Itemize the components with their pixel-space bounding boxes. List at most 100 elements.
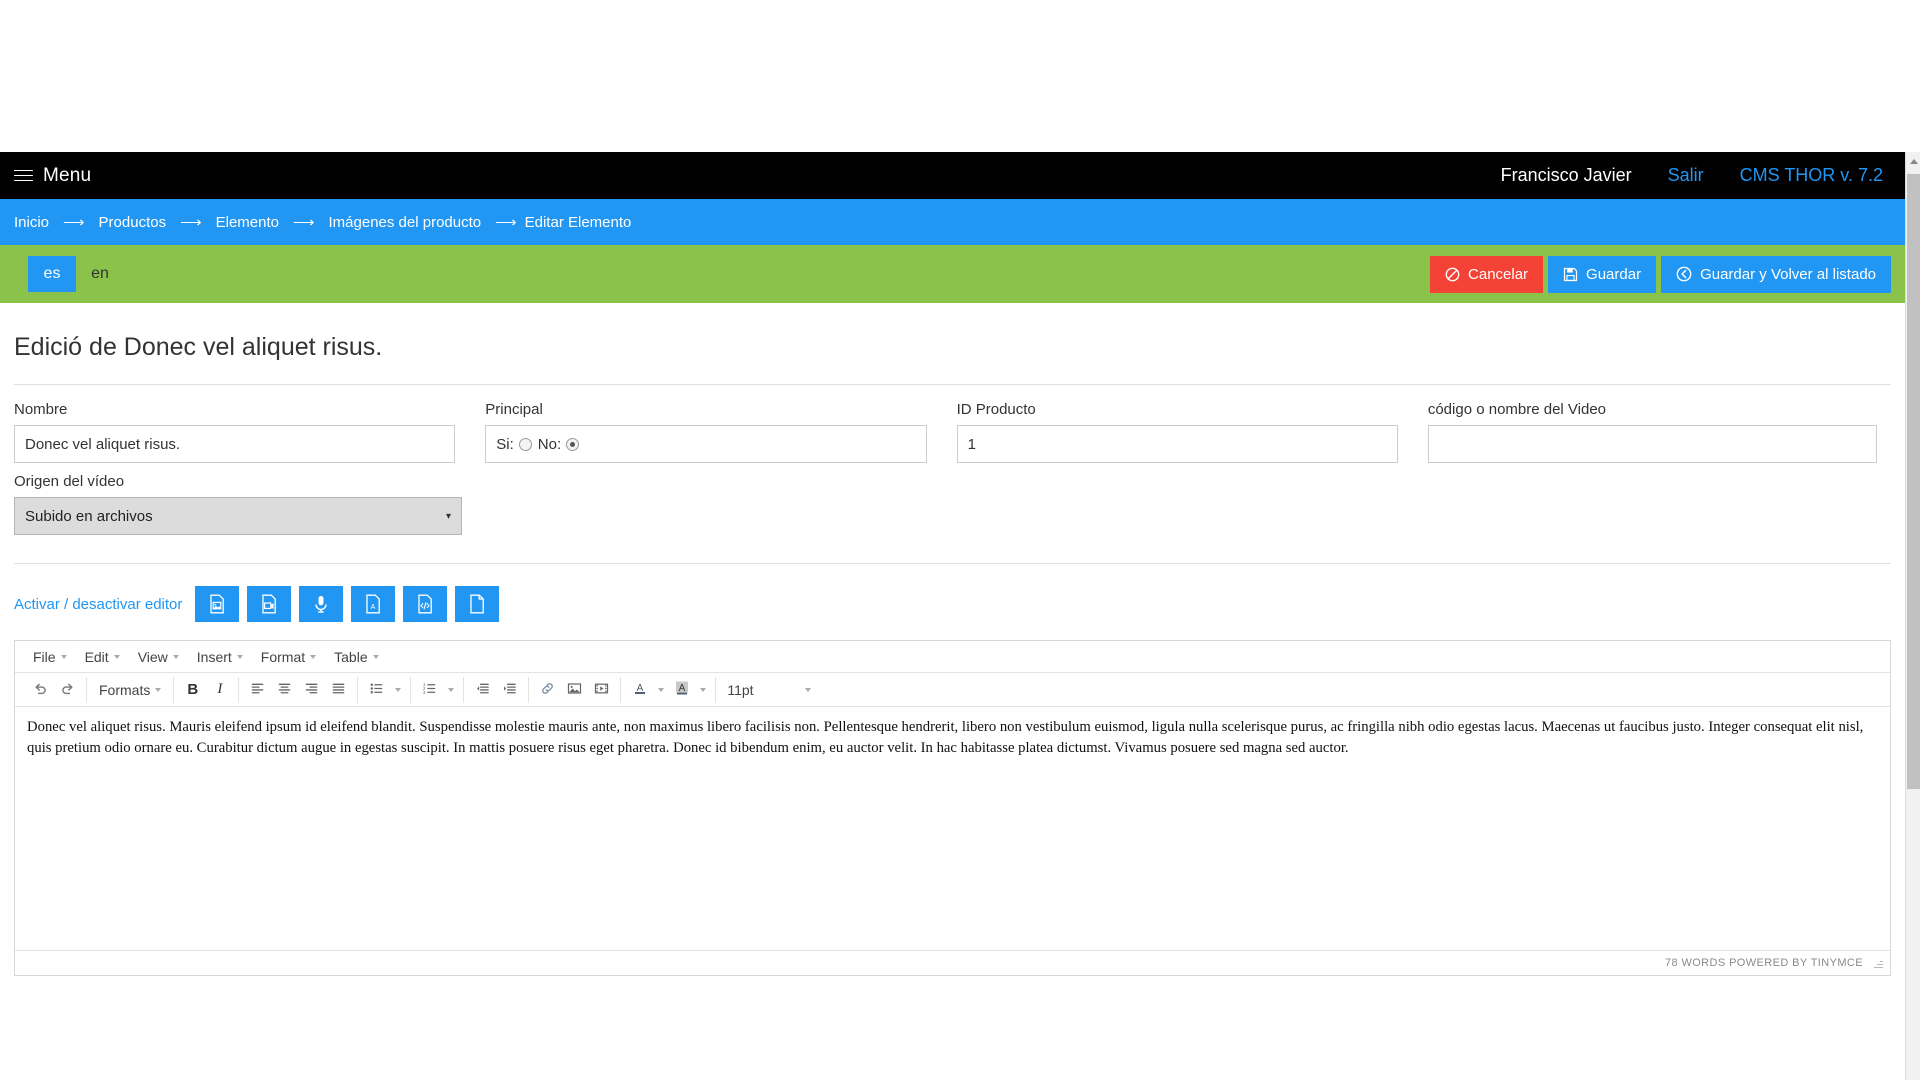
logout-link[interactable]: Salir (1668, 165, 1704, 186)
menu-toggle-button[interactable]: Menu (14, 165, 91, 187)
breadcrumb-item-elemento[interactable]: Elemento (216, 214, 279, 231)
current-user-name: Francisco Javier (1500, 165, 1632, 185)
save-and-back-button-label: Guardar y Volver al listado (1700, 265, 1876, 283)
breadcrumb-arrow-icon: ⟶ (292, 214, 315, 231)
bold-button[interactable]: B (179, 677, 206, 703)
language-tab-en[interactable]: en (76, 256, 124, 292)
insert-video-file-button[interactable] (247, 586, 292, 622)
action-bar: es en Cancelar Guardar Guardar y Volver … (0, 245, 1905, 303)
align-right-button[interactable] (298, 677, 325, 703)
outdent-button[interactable] (469, 677, 496, 703)
menu-file[interactable]: File (24, 649, 76, 665)
insert-link-button[interactable] (534, 677, 561, 703)
align-center-button[interactable] (271, 677, 298, 703)
font-size-dropdown[interactable]: 11pt (721, 677, 817, 703)
align-justify-icon (331, 681, 346, 699)
toolbar-group-bullist (358, 676, 412, 703)
principal-si-option[interactable]: Si: (496, 436, 532, 453)
word-count-label: 78 WORDS POWERED BY TINYMCE (1664, 957, 1863, 969)
menu-edit[interactable]: Edit (76, 649, 129, 665)
numbered-list-dropdown[interactable] (443, 677, 458, 703)
outdent-icon (475, 681, 490, 699)
page-scrollbar[interactable] (1905, 152, 1920, 1080)
toolbar-group-formats: Formats (87, 676, 175, 703)
menu-view-label: View (137, 648, 168, 665)
menu-view[interactable]: View (129, 649, 188, 665)
principal-no-option[interactable]: No: (538, 436, 580, 453)
nombre-input[interactable] (14, 425, 456, 463)
navbar-right-group: Francisco Javier Salir CMS THOR v. 7.2 (1501, 165, 1905, 186)
insert-code-file-button[interactable] (403, 586, 448, 622)
menu-table[interactable]: Table (325, 649, 387, 665)
id-producto-input[interactable] (956, 425, 1398, 463)
indent-button[interactable] (496, 677, 523, 703)
align-left-button[interactable] (244, 677, 271, 703)
save-button[interactable]: Guardar (1548, 255, 1657, 293)
toggle-editor-link[interactable]: Activar / desactivar editor (14, 596, 182, 613)
file-code-icon (416, 594, 434, 614)
insert-blank-file-button[interactable] (455, 586, 500, 622)
save-and-back-to-list-button[interactable]: Guardar y Volver al listado (1661, 255, 1891, 293)
undo-button[interactable] (27, 677, 54, 703)
origen-video-select[interactable]: Subido en archivos ▾ (14, 497, 462, 535)
bullet-list-icon (369, 681, 384, 699)
language-tab-es[interactable]: es (28, 256, 76, 292)
chevron-down-icon (805, 687, 812, 692)
align-justify-button[interactable] (325, 677, 352, 703)
top-blank-area (0, 0, 1920, 152)
background-color-dropdown[interactable] (695, 677, 710, 703)
italic-button[interactable]: I (206, 677, 233, 703)
breadcrumb-item-productos[interactable]: Productos (99, 214, 167, 231)
app-page: Menu Francisco Javier Salir CMS THOR v. … (0, 0, 1920, 1080)
undo-icon (33, 681, 48, 699)
action-buttons-group: Cancelar Guardar Guardar y Volver al lis… (1430, 255, 1891, 293)
toolbar-group-align (239, 676, 359, 703)
origen-video-row: Origen del vídeo Subido en archivos ▾ (14, 463, 1891, 535)
tinymce-editor: File Edit View Insert Format Table Forma… (14, 640, 1891, 976)
align-center-icon (277, 681, 292, 699)
field-group-id-producto: ID Producto (956, 401, 1428, 463)
record-audio-button[interactable] (299, 586, 344, 622)
principal-si-radio[interactable] (518, 437, 532, 451)
breadcrumb-item-inicio[interactable]: Inicio (14, 214, 49, 231)
breadcrumb-arrow-icon: ⟶ (63, 214, 85, 231)
background-color-button[interactable]: A (668, 677, 695, 703)
toolbar-group-indent (464, 676, 530, 703)
bullet-list-button[interactable] (363, 677, 390, 703)
cancel-button[interactable]: Cancelar (1430, 255, 1544, 293)
arrow-circle-left-icon (1676, 266, 1692, 282)
svg-text:A: A (371, 604, 376, 611)
codigo-video-label: código o nombre del Video (1427, 401, 1607, 418)
principal-radio-group: Si: No: (485, 425, 927, 463)
insert-image-button[interactable] (561, 677, 588, 703)
chevron-down-icon (236, 654, 243, 659)
redo-button[interactable] (54, 677, 81, 703)
form-fields-row: Nombre Principal Si: No: ID Produ (14, 385, 1891, 463)
menu-file-label: File (33, 648, 56, 665)
scrollbar-thumb[interactable] (1907, 174, 1920, 789)
menu-insert[interactable]: Insert (188, 649, 252, 665)
bullet-list-dropdown[interactable] (390, 677, 405, 703)
numbered-list-button[interactable]: 123 (416, 677, 443, 703)
menu-format[interactable]: Format (252, 649, 325, 665)
background-color-icon: A (674, 680, 690, 699)
formats-label: Formats (99, 681, 151, 698)
insert-pdf-file-button[interactable]: A (351, 586, 396, 622)
insert-image-file-button[interactable] (195, 586, 240, 622)
toolbar-group-numlist: 123 (411, 676, 465, 703)
principal-no-radio[interactable] (566, 437, 580, 451)
editor-status-bar: 78 WORDS POWERED BY TINYMCE (15, 950, 1890, 975)
formats-dropdown[interactable]: Formats (92, 677, 168, 703)
codigo-video-input[interactable] (1427, 425, 1877, 463)
text-color-dropdown[interactable] (653, 677, 668, 703)
scroll-up-arrow-icon[interactable] (1906, 154, 1920, 168)
insert-media-button[interactable] (588, 677, 615, 703)
chevron-down-icon: ▾ (445, 510, 451, 522)
text-color-button[interactable]: A (626, 677, 653, 703)
resize-handle-icon[interactable] (1872, 958, 1883, 969)
menu-table-label: Table (334, 648, 368, 665)
editor-content-area[interactable]: Donec vel aliquet risus. Mauris eleifend… (15, 707, 1890, 950)
breadcrumb-item-imagenes-del-producto[interactable]: Imágenes del producto (329, 214, 482, 231)
toolbar-group-basic: B I (174, 676, 240, 703)
align-left-icon (250, 681, 265, 699)
